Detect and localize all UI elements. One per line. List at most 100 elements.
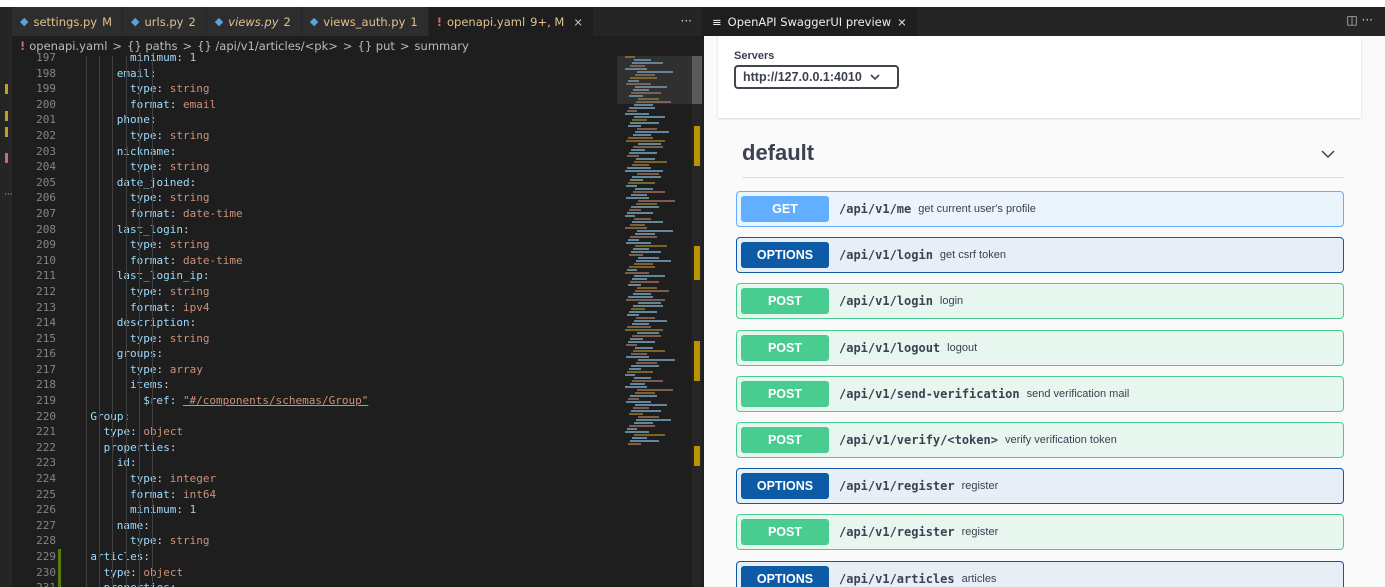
- yaml-key: format: [130, 253, 170, 267]
- line-number: 223: [36, 456, 56, 470]
- tag-name: default: [742, 140, 815, 165]
- operation-get[interactable]: GET/api/v1/me get current user's profile: [736, 191, 1344, 227]
- more-actions-icon[interactable]: ···: [681, 14, 692, 28]
- line-number: 212: [36, 284, 56, 298]
- minimap-line: [629, 107, 655, 109]
- minimap[interactable]: [617, 56, 702, 587]
- minimap-line: [632, 176, 661, 178]
- minimap-line: [633, 191, 665, 193]
- minimap-line: [634, 161, 667, 163]
- minimap-line: [638, 359, 675, 361]
- line-number: 208: [36, 222, 56, 236]
- minimap-viewport[interactable]: [617, 56, 692, 104]
- minimap-line: [634, 116, 665, 118]
- minimap-line: [636, 317, 655, 319]
- code-line: 230 type: object: [12, 565, 617, 581]
- operation-path: /api/v1/logout: [839, 340, 941, 355]
- minimap-line: [637, 128, 657, 130]
- scroll-marker: [694, 446, 700, 466]
- line-number: 220: [36, 409, 56, 423]
- operation-options[interactable]: OPTIONS/api/v1/login get csrf token: [736, 237, 1344, 274]
- line-number: 201: [36, 113, 56, 127]
- python-icon: ◆: [131, 15, 140, 28]
- code-line: 226 minimum: 1: [12, 502, 617, 518]
- scrollbar-thumb[interactable]: [692, 56, 702, 104]
- code-line: 209 type: string: [12, 237, 617, 253]
- line-number: 218: [36, 378, 56, 392]
- code-line: 227 name:: [12, 518, 617, 534]
- tab-label: views.py: [228, 14, 279, 29]
- yaml-key: Group: [90, 409, 124, 423]
- code-line: 229 articles:: [12, 549, 617, 565]
- operation-post[interactable]: POST/api/v1/login login: [736, 283, 1344, 320]
- minimap-line: [625, 329, 663, 331]
- minimap-line: [628, 398, 639, 400]
- minimap-line: [630, 281, 659, 283]
- tag-header-default[interactable]: default: [742, 136, 1344, 178]
- code-editor[interactable]: 197 minimum: 1 198 email: 199 type: string 20…: [12, 51, 617, 587]
- code-line: 219 $ref: "#/components/schemas/Group": [12, 393, 617, 409]
- tab-openapi-yaml[interactable]: ! openapi.yaml 9+, M ×: [428, 7, 594, 36]
- tab-swagger-preview[interactable]: ≡ OpenAPI SwaggerUI preview ×: [704, 7, 917, 36]
- line-number: 202: [36, 128, 56, 142]
- minimap-line: [631, 149, 645, 151]
- operation-options[interactable]: OPTIONS/api/v1/register register: [736, 468, 1344, 505]
- yaml-value: object: [143, 565, 184, 579]
- operation-post[interactable]: POST/api/v1/send-verification send verifi…: [736, 375, 1344, 412]
- minimap-line: [634, 377, 651, 379]
- minimap-line: [633, 293, 651, 295]
- scroll-marker: [694, 246, 700, 280]
- swagger-preview: Servers http://127.0.0.1:4010 default GE…: [704, 36, 1385, 587]
- close-icon[interactable]: ×: [573, 15, 583, 29]
- editor-scrollbar[interactable]: [692, 56, 702, 587]
- minimap-line: [633, 305, 663, 307]
- operation-summary: register: [961, 480, 999, 493]
- minimap-line: [635, 290, 669, 292]
- operation-options[interactable]: OPTIONS/api/v1/articles articles: [736, 560, 1344, 587]
- minimap-line: [626, 140, 665, 142]
- method-badge: POST: [741, 380, 829, 407]
- line-number: 225: [36, 487, 56, 501]
- servers-label: Servers: [734, 50, 775, 62]
- minimap-line: [630, 224, 645, 226]
- operation-post[interactable]: POST/api/v1/logout logout: [736, 329, 1344, 366]
- operation-summary: get current user's profile: [918, 203, 1036, 215]
- yaml-key: id: [116, 456, 131, 470]
- line-number: 197: [36, 51, 56, 64]
- split-editor-icon[interactable]: ◫ ···: [1346, 13, 1373, 27]
- minimap-line: [627, 155, 639, 157]
- tab-urls-py[interactable]: ◆ urls.py 2: [123, 7, 207, 36]
- close-icon[interactable]: ×: [897, 15, 907, 29]
- editor-group-right: ≡ OpenAPI SwaggerUI preview × ◫ ··· Serv…: [704, 7, 1385, 587]
- minimap-line: [628, 239, 639, 241]
- method-badge: OPTIONS: [741, 242, 829, 269]
- yaml-key: items: [130, 378, 164, 392]
- operation-post[interactable]: POST/api/v1/register register: [736, 514, 1344, 551]
- yaml-value: array: [169, 362, 203, 376]
- minimap-line: [626, 344, 637, 346]
- minimap-line: [632, 164, 649, 166]
- operation-path: /api/v1/send-verification: [839, 386, 1020, 401]
- operation-post[interactable]: POST/api/v1/verify/<token> verify verific…: [736, 422, 1344, 458]
- code-line: 206 type: string: [12, 190, 617, 206]
- tab-views_auth-py[interactable]: ◆ views_auth.py 1: [301, 7, 429, 36]
- minimap-line: [631, 353, 647, 355]
- code-line: 224 type: integer: [12, 471, 617, 487]
- minimap-line: [627, 269, 637, 271]
- servers-select[interactable]: http://127.0.0.1:4010: [734, 65, 899, 89]
- minimap-line: [634, 320, 667, 322]
- code-line: 210 format: date-time: [12, 253, 617, 269]
- code-line: 218 items:: [12, 377, 617, 393]
- tab-views-py[interactable]: ◆ views.py 2: [206, 7, 302, 36]
- chevron-down-icon[interactable]: [1320, 146, 1336, 162]
- minimap-line: [628, 443, 641, 445]
- yaml-value: date-time: [183, 206, 243, 220]
- minimap-line: [628, 296, 653, 298]
- code-line: 216 groups:: [12, 346, 617, 362]
- method-badge: POST: [741, 519, 829, 546]
- line-number: 204: [36, 160, 56, 174]
- operation-summary: send verification mail: [1026, 387, 1130, 400]
- tab-settings-py[interactable]: ◆ settings.py M: [12, 7, 124, 36]
- yaml-icon: !: [436, 14, 442, 29]
- code-line: 207 format: date-time: [12, 206, 617, 222]
